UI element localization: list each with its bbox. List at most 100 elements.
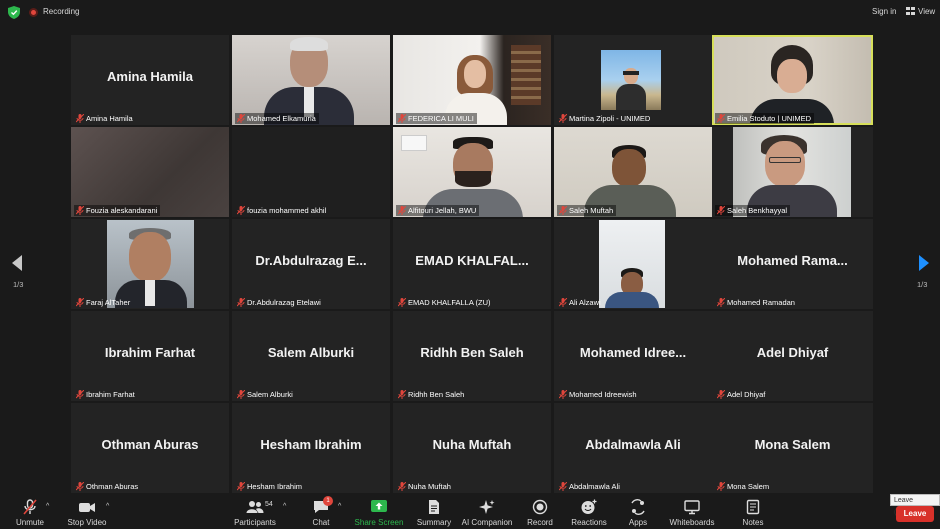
participant-name-label: Ali Alzawi [557, 297, 604, 308]
participant-tile[interactable]: Martina Zipoli - UNIMED [554, 35, 712, 125]
participant-display-name: Mohamed Rama... [737, 253, 848, 268]
participant-tile-active-speaker[interactable]: Emilia Stoduto | UNIMED [712, 35, 873, 125]
participant-display-name: Amina Hamila [107, 69, 193, 84]
participant-tile[interactable]: Amina Hamila Amina Hamila [71, 35, 229, 125]
participant-display-name: Mona Salem [754, 437, 831, 452]
participant-tile[interactable]: Dr.Abdulrazag E... Dr.Abdulrazag Etelawi [232, 219, 390, 309]
unmute-label: Unmute [15, 518, 44, 527]
participant-tile[interactable]: Ali Alzawi [554, 219, 712, 309]
participant-tile[interactable]: Mohamed Elkamuria [232, 35, 390, 125]
participant-display-name: Hesham Ibrahim [260, 437, 362, 452]
participant-tile[interactable]: Abdalmawla Ali Abdalmawla Ali [554, 403, 712, 493]
participant-tile[interactable]: Nuha Muftah Nuha Muftah [393, 403, 551, 493]
video-feed [393, 127, 551, 217]
mic-muted-icon [559, 298, 567, 307]
audio-options-chevron-icon[interactable]: ^ [46, 503, 49, 510]
stop-video-label: Stop Video [67, 518, 107, 527]
next-page-arrow-icon[interactable] [919, 255, 929, 271]
mic-muted-icon [717, 298, 725, 307]
view-label: View [918, 7, 936, 16]
participant-display-name: Ibrahim Farhat [104, 345, 196, 360]
apps-button[interactable]: Apps [624, 495, 652, 529]
reactions-button[interactable]: Reactions [568, 495, 610, 529]
participant-tile[interactable]: FEDERICA LI MULI [393, 35, 551, 125]
participant-name-label: Martina Zipoli - UNIMED [557, 113, 653, 124]
participant-name-label: Saleh Muftah [557, 205, 617, 216]
participant-display-name: Ridhh Ben Saleh [420, 345, 524, 360]
participant-name-label: Adel Dhiyaf [715, 389, 768, 400]
ai-companion-label: AI Companion [461, 518, 513, 527]
ai-companion-button[interactable]: AI Companion [460, 495, 514, 529]
mic-muted-icon [398, 114, 406, 123]
share-screen-icon [371, 500, 387, 512]
chat-options-chevron-icon[interactable]: ^ [338, 503, 341, 510]
participant-tile[interactable]: Alfitouri Jellah, BWU [393, 127, 551, 217]
ai-sparkle-icon [479, 500, 495, 514]
profile-picture [601, 50, 661, 110]
participant-tile[interactable]: Adel Dhiyaf Adel Dhiyaf [712, 311, 873, 401]
meeting-toolbar: Unmute ^ Stop Video ^ 54 Participants ^ … [0, 495, 940, 529]
participant-tile[interactable]: Fouzia aleskandarani [71, 127, 229, 217]
participant-tile[interactable]: Ibrahim Farhat Ibrahim Farhat [71, 311, 229, 401]
reactions-label: Reactions [571, 518, 607, 527]
participant-tile[interactable]: EMAD KHALFAL... EMAD KHALFALLA (ZU) [393, 219, 551, 309]
participants-icon [246, 501, 264, 513]
participants-button[interactable]: 54 Participants [230, 495, 280, 529]
participant-name-label: Mohamed Elkamuria [235, 113, 319, 124]
chat-button[interactable]: 1 Chat [306, 495, 336, 529]
participant-tile[interactable]: Othman Aburas Othman Aburas [71, 403, 229, 493]
previous-page-arrow-icon[interactable] [12, 255, 22, 271]
mic-muted-icon [398, 482, 406, 491]
whiteboard-icon [684, 500, 700, 515]
mic-muted-icon [559, 390, 567, 399]
chat-label: Chat [312, 518, 330, 527]
whiteboards-button[interactable]: Whiteboards [666, 495, 718, 529]
participant-display-name: Abdalmawla Ali [585, 437, 681, 452]
participant-name-label: Hesham Ibrahim [235, 481, 305, 492]
video-camera-icon [79, 503, 95, 512]
participant-tile[interactable]: Saleh Muftah [554, 127, 712, 217]
participants-options-chevron-icon[interactable]: ^ [283, 503, 286, 510]
participant-name-label: Mohamed Ramadan [715, 297, 798, 308]
video-feed [554, 127, 712, 217]
stop-video-button[interactable]: Stop Video [64, 495, 110, 529]
participant-tile[interactable]: Saleh Benkhayyal [712, 127, 873, 217]
mic-muted-icon [559, 206, 567, 215]
participant-tile[interactable]: Mohamed Rama... Mohamed Ramadan [712, 219, 873, 309]
leave-tooltip: Leave (Alt+Q) [890, 494, 940, 516]
summary-label: Summary [416, 518, 452, 527]
share-screen-label: Share Screen [354, 518, 404, 527]
participant-display-name: Salem Alburki [267, 345, 355, 360]
summary-button[interactable]: Summary [414, 495, 454, 529]
mic-muted-icon [237, 114, 245, 123]
page-indicator-left: 1/3 [13, 280, 24, 289]
sign-in-link[interactable]: Sign in [872, 7, 896, 16]
notes-button[interactable]: Notes [738, 495, 768, 529]
participants-label: Participants [234, 518, 276, 527]
participant-tile[interactable]: Hesham Ibrahim Hesham Ibrahim [232, 403, 390, 493]
view-button[interactable]: View [906, 7, 935, 16]
record-button[interactable]: Record [524, 495, 556, 529]
page-indicator-right: 1/3 [917, 280, 928, 289]
video-options-chevron-icon[interactable]: ^ [106, 503, 109, 510]
participant-display-name: Othman Aburas [101, 437, 199, 452]
microphone-muted-icon [23, 499, 37, 515]
participant-name-label: Ibrahim Farhat [74, 389, 138, 400]
notes-icon [746, 499, 760, 515]
participant-tile[interactable]: Mohamed Idree... Mohamed Idreewish [554, 311, 712, 401]
participants-count: 54 [265, 501, 273, 508]
apps-icon [631, 499, 645, 515]
participant-tile[interactable]: Ridhh Ben Saleh Ridhh Ben Saleh [393, 311, 551, 401]
participant-display-name: Mohamed Idree... [579, 345, 687, 360]
participant-tile[interactable]: Faraj AlTaher [71, 219, 229, 309]
leave-button[interactable]: Leave [896, 506, 934, 522]
participant-tile[interactable]: Mona Salem Mona Salem [712, 403, 873, 493]
participant-tile[interactable]: fouzia mohammed akhil [232, 127, 390, 217]
apps-label: Apps [628, 518, 648, 527]
participant-tile[interactable]: Salem Alburki Salem Alburki [232, 311, 390, 401]
top-bar: Recording Sign in View [0, 0, 940, 26]
participant-name-label: Fouzia aleskandarani [74, 205, 161, 216]
share-screen-button[interactable]: Share Screen [354, 495, 404, 529]
unmute-button[interactable]: Unmute [10, 495, 50, 529]
mic-muted-icon [237, 390, 245, 399]
